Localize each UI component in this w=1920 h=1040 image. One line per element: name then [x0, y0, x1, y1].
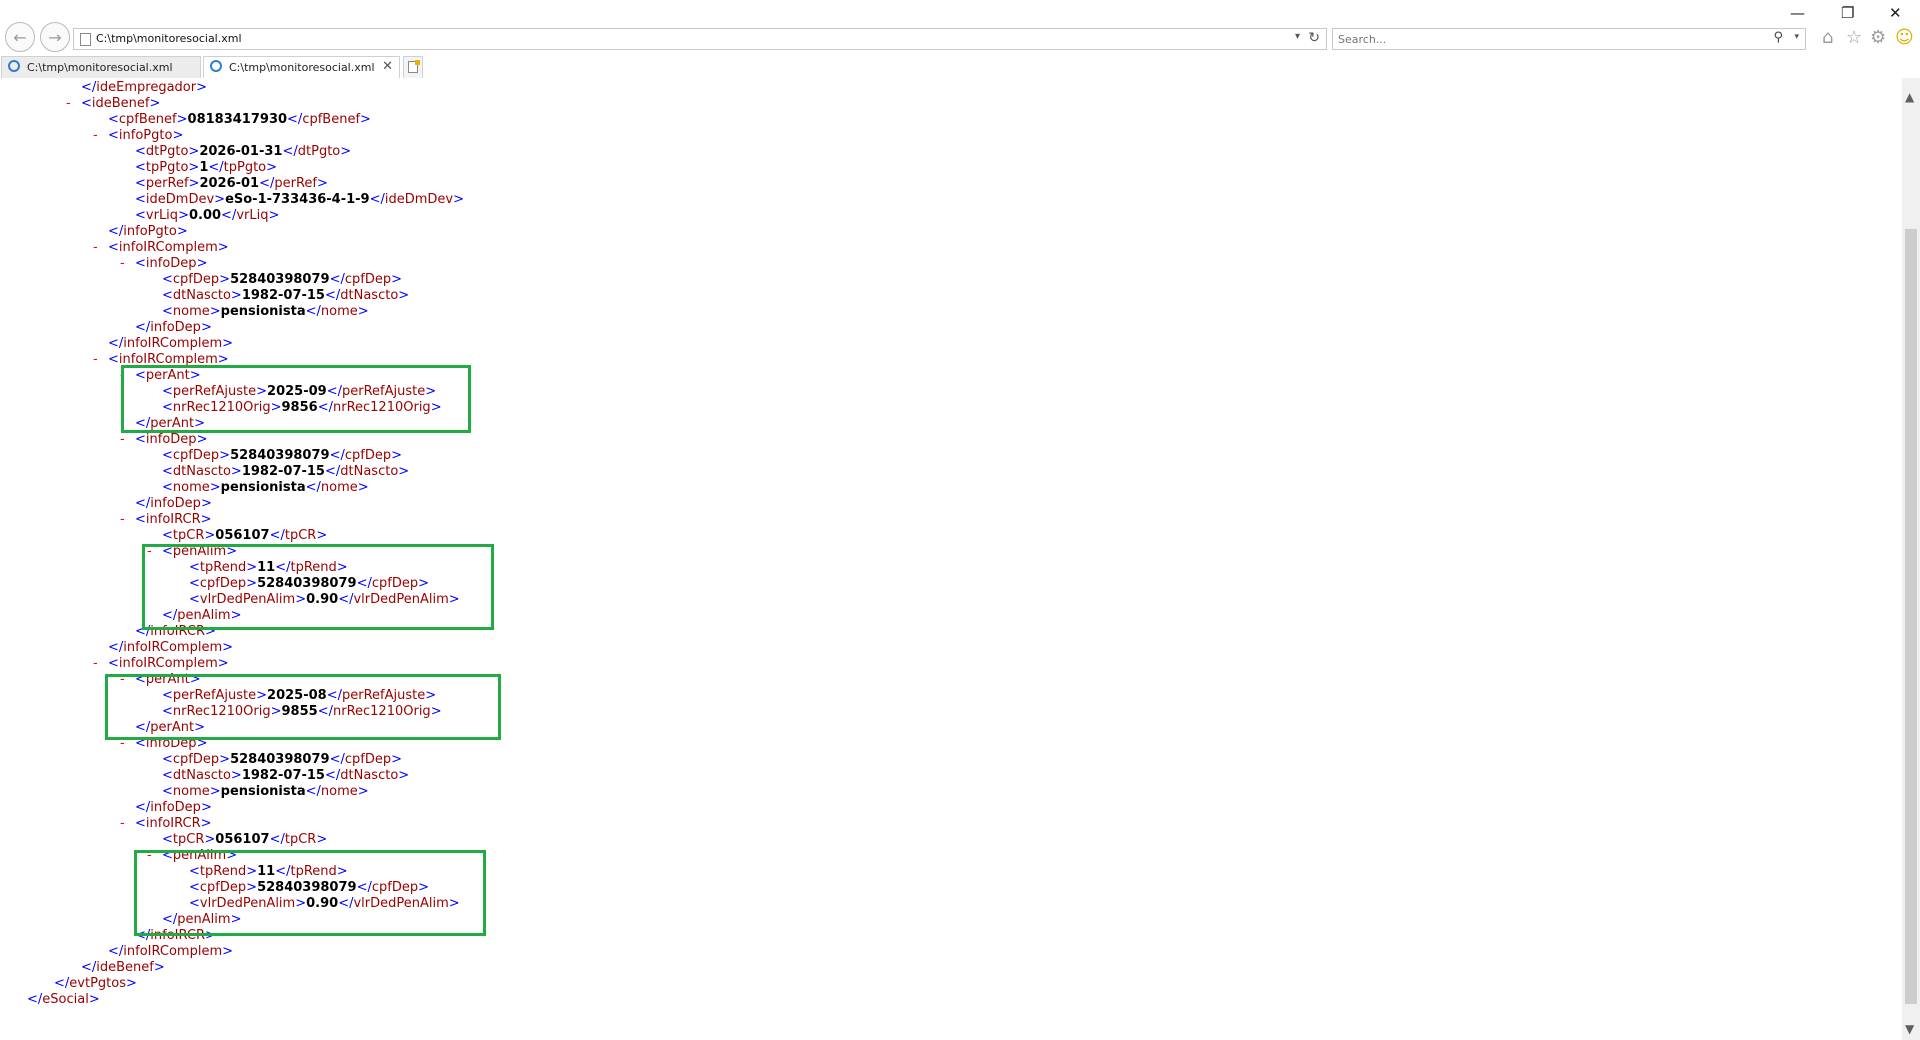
xml-line: </ideEmpregador> [81, 80, 208, 95]
collapse-toggle[interactable]: - [93, 240, 98, 256]
collapse-toggle[interactable]: - [93, 352, 98, 368]
xml-line: - <infoDep> [120, 256, 208, 271]
xml-line: </infoDep> [135, 320, 212, 335]
highlight-box-perant-1 [121, 365, 471, 433]
collapse-toggle[interactable]: - [93, 656, 98, 672]
star-icon[interactable]: ☆ [1846, 27, 1862, 48]
xml-line: - <infoIRComplem> [93, 656, 229, 671]
xml-line: <vrLiq>0.00</vrLiq> [135, 208, 280, 223]
tab-1[interactable]: C:\tmp\monitoresocial.xml [1, 56, 201, 78]
gear-icon[interactable]: ⚙ [1870, 27, 1886, 48]
xml-line: <ideDmDev>eSo-1-733436-4-1-9</ideDmDev> [135, 192, 465, 207]
xml-line: <nome>pensionista</nome> [162, 304, 369, 319]
collapse-toggle[interactable]: - [120, 512, 125, 528]
new-tab-button[interactable] [403, 56, 423, 78]
xml-line: </eSocial> [27, 992, 100, 1007]
xml-line: <dtNascto>1982-07-15</dtNascto> [162, 288, 410, 303]
xml-line: <cpfDep>52840398079</cpfDep> [162, 752, 402, 767]
xml-line: <tpPgto>1</tpPgto> [135, 160, 278, 175]
xml-line: </ideBenef> [81, 960, 165, 975]
highlight-box-penalim-2 [134, 850, 486, 936]
browser-chrome: ← → C:\tmp\monitoresocial.xml ▾ ↻ ⚲ ▾ ⌂ … [0, 0, 1920, 78]
tab-label: C:\tmp\monitoresocial.xml [229, 61, 375, 74]
search-icon[interactable]: ⚲ [1773, 30, 1783, 45]
scrollbar-thumb[interactable] [1905, 229, 1917, 1004]
scroll-down-icon[interactable]: ▼ [1905, 1022, 1914, 1036]
ie-icon [210, 60, 222, 72]
ie-icon [8, 60, 20, 72]
xml-line: <dtNascto>1982-07-15</dtNascto> [162, 464, 410, 479]
xml-line: <cpfDep>52840398079</cpfDep> [162, 272, 402, 287]
xml-line: - <infoIRComplem> [93, 240, 229, 255]
tab-label: C:\tmp\monitoresocial.xml [27, 61, 173, 74]
back-button[interactable]: ← [5, 22, 35, 52]
xml-line: </infoIRComplem> [108, 336, 234, 351]
collapse-toggle[interactable]: - [66, 96, 71, 112]
back-icon: ← [13, 27, 27, 47]
scroll-up-icon[interactable]: ▲ [1905, 90, 1914, 104]
xml-line: <nome>pensionista</nome> [162, 784, 369, 799]
collapse-toggle[interactable]: - [93, 128, 98, 144]
xml-line: </infoIRComplem> [108, 944, 234, 959]
tab-2-active[interactable]: C:\tmp\monitoresocial.xml ✕ [203, 56, 400, 78]
xml-line: <dtNascto>1982-07-15</dtNascto> [162, 768, 410, 783]
highlight-box-penalim-1 [142, 544, 494, 630]
xml-line: - <infoPgto> [93, 128, 184, 143]
minimize-button[interactable]: — [1790, 4, 1805, 22]
xml-line: <nome>pensionista</nome> [162, 480, 369, 495]
search-dropdown-icon[interactable]: ▾ [1794, 32, 1799, 42]
xml-line: </infoDep> [135, 496, 212, 511]
xml-line: </evtPgtos> [54, 976, 137, 991]
smiley-icon[interactable]: ☺ [1895, 27, 1914, 48]
collapse-toggle[interactable]: - [120, 432, 125, 448]
address-text[interactable]: C:\tmp\monitoresocial.xml [96, 32, 242, 45]
restore-button[interactable]: ❐ [1841, 4, 1854, 22]
xml-line: - <infoDep> [120, 432, 208, 447]
xml-line: </infoPgto> [108, 224, 188, 239]
xml-line: - <ideBenef> [66, 96, 161, 111]
collapse-toggle[interactable]: - [120, 816, 125, 832]
close-button[interactable]: ✕ [1889, 4, 1902, 22]
xml-line: </infoIRComplem> [108, 640, 234, 655]
xml-line: <cpfDep>52840398079</cpfDep> [162, 448, 402, 463]
xml-line: - <infoIRCR> [120, 816, 212, 831]
xml-line: <tpCR>056107</tpCR> [162, 832, 328, 847]
highlight-box-perant-2 [105, 674, 501, 740]
forward-icon: → [48, 27, 62, 47]
xml-line: <dtPgto>2026-01-31</dtPgto> [135, 144, 352, 159]
address-dropdown-icon[interactable]: ▾ [1295, 31, 1300, 42]
tab-close-icon[interactable]: ✕ [382, 59, 393, 74]
xml-line: <perRef>2026-01</perRef> [135, 176, 328, 191]
xml-line: </infoDep> [135, 800, 212, 815]
collapse-toggle[interactable]: - [120, 256, 125, 272]
page-icon [80, 33, 91, 46]
refresh-icon[interactable]: ↻ [1308, 30, 1320, 46]
address-bar[interactable]: C:\tmp\monitoresocial.xml ▾ ↻ [73, 28, 1327, 50]
search-input[interactable] [1338, 31, 1748, 47]
home-icon[interactable]: ⌂ [1822, 27, 1833, 48]
vertical-scrollbar[interactable]: ▲ ▼ [1902, 78, 1920, 1040]
search-box[interactable]: ⚲ ▾ [1332, 28, 1806, 50]
xml-line: <tpCR>056107</tpCR> [162, 528, 328, 543]
forward-button[interactable]: → [40, 22, 70, 52]
xml-line: - <infoIRCR> [120, 512, 212, 527]
xml-line: <cpfBenef>08183417930</cpfBenef> [108, 112, 371, 127]
